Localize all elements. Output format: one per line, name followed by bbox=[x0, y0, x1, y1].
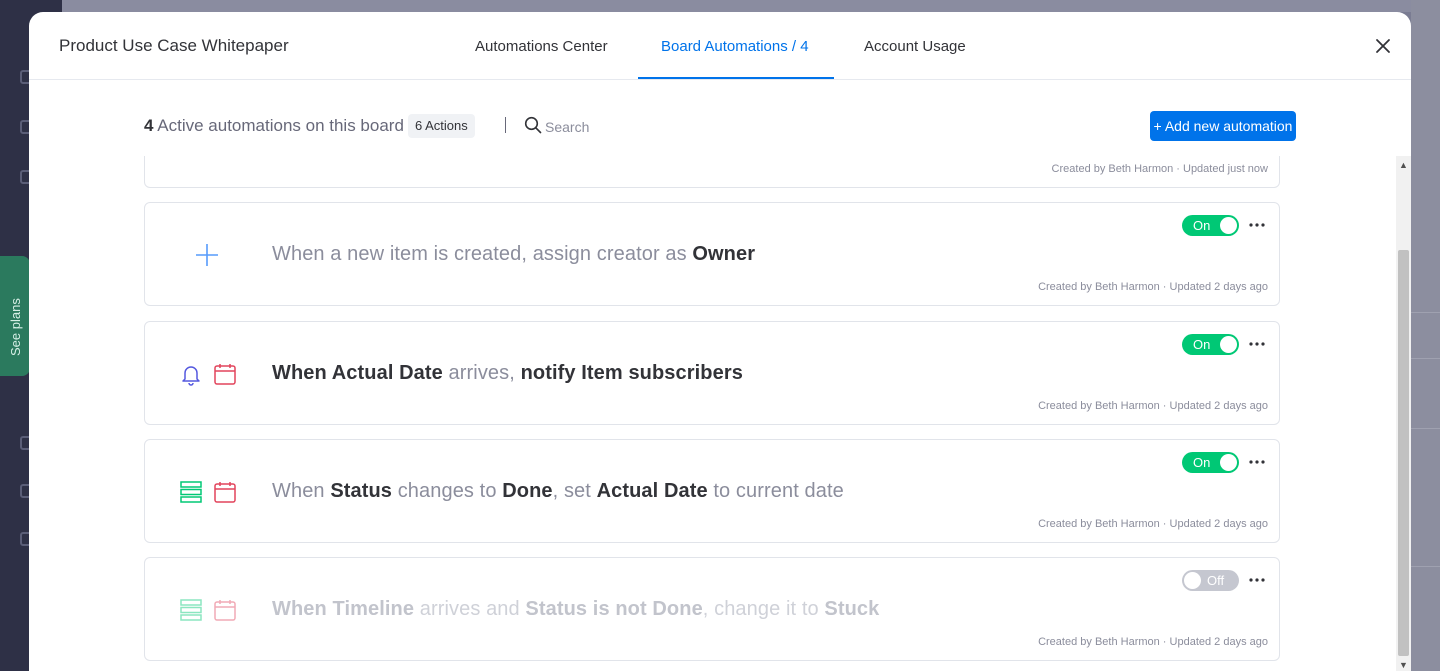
close-icon[interactable] bbox=[1373, 36, 1393, 56]
toggle-label: On bbox=[1193, 218, 1211, 233]
automation-sentence: When a new item is created, assign creat… bbox=[272, 243, 755, 266]
automation-sentence: When Timeline arrives and Status is not … bbox=[272, 598, 879, 621]
tab-board-automations[interactable]: Board Automations / 4 bbox=[661, 38, 809, 55]
sentence-text: When bbox=[272, 480, 331, 502]
sentence-keyword[interactable]: Actual Date bbox=[597, 480, 708, 502]
automation-card[interactable]: When Status changes to Done, set Actual … bbox=[144, 439, 1280, 543]
automation-toggle[interactable]: On bbox=[1182, 215, 1239, 236]
active-tab-indicator bbox=[638, 77, 834, 79]
sentence-text: changes to bbox=[392, 480, 503, 502]
sentence-keyword[interactable]: When Actual Date bbox=[272, 362, 443, 384]
toggle-knob bbox=[1220, 454, 1237, 471]
automation-sentence: When Actual Date arrives, notify Item su… bbox=[272, 362, 743, 385]
active-count: 4 bbox=[144, 116, 154, 135]
automation-meta: Created by Beth Harmon · Updated 2 days … bbox=[1038, 281, 1268, 293]
sentence-text: to current date bbox=[707, 480, 844, 502]
automation-meta: Created by Beth Harmon · Updated 2 days … bbox=[1038, 518, 1268, 530]
sentence-keyword[interactable]: Stuck bbox=[824, 598, 879, 620]
toggle-knob bbox=[1220, 217, 1237, 234]
toggle-knob bbox=[1220, 336, 1237, 353]
scroll-up-icon[interactable]: ▲ bbox=[1398, 160, 1409, 170]
calendar-icon bbox=[213, 362, 237, 391]
toggle-label: On bbox=[1193, 455, 1211, 470]
more-options-icon[interactable] bbox=[1247, 572, 1267, 588]
sentence-keyword[interactable]: Status bbox=[330, 480, 392, 502]
toggle-knob bbox=[1184, 572, 1201, 589]
sentence-keyword[interactable]: When Timeline bbox=[272, 598, 414, 620]
automation-sentence: When Status changes to Done, set Actual … bbox=[272, 480, 844, 503]
background-right-strip bbox=[1411, 0, 1440, 671]
sentence-text: When a new item is created, assign creat… bbox=[272, 243, 693, 265]
automations-modal: Product Use Case Whitepaper Automations … bbox=[29, 12, 1411, 671]
sentence-keyword[interactable]: Owner bbox=[692, 243, 755, 265]
bell-icon bbox=[179, 362, 203, 391]
automation-card[interactable]: When Timeline arrives and Status is not … bbox=[144, 557, 1280, 661]
tab-account-usage[interactable]: Account Usage bbox=[864, 38, 966, 55]
plus-icon bbox=[195, 243, 219, 272]
scrollbar-thumb[interactable] bbox=[1398, 250, 1409, 656]
modal-header: Product Use Case Whitepaper Automations … bbox=[29, 12, 1411, 80]
sentence-text: , set bbox=[552, 480, 597, 502]
automation-card[interactable]: When a new item is created, assign creat… bbox=[144, 202, 1280, 306]
automations-list: Created by Beth Harmon · Updated just no… bbox=[29, 156, 1411, 671]
sentence-text: arrives and bbox=[414, 598, 526, 620]
actions-badge: 6 Actions bbox=[408, 114, 475, 138]
automation-card: Created by Beth Harmon · Updated just no… bbox=[144, 156, 1280, 188]
more-options-icon[interactable] bbox=[1247, 454, 1267, 470]
search-input[interactable]: Search bbox=[545, 119, 589, 135]
divider bbox=[505, 117, 506, 133]
sentence-keyword[interactable]: Status is not Done bbox=[525, 598, 702, 620]
sentence-text: arrives, bbox=[442, 362, 521, 384]
tab-automations-center[interactable]: Automations Center bbox=[475, 38, 608, 55]
see-plans-label: See plans bbox=[8, 298, 23, 356]
automation-toggle[interactable]: On bbox=[1182, 452, 1239, 473]
scroll-down-icon[interactable]: ▼ bbox=[1398, 660, 1409, 670]
toggle-label: Off bbox=[1207, 573, 1225, 588]
see-plans-button[interactable]: See plans bbox=[0, 256, 30, 376]
calendar-icon bbox=[213, 598, 237, 627]
automation-meta: Created by Beth Harmon · Updated 2 days … bbox=[1038, 636, 1268, 648]
more-options-icon[interactable] bbox=[1247, 336, 1267, 352]
sentence-text: , change it to bbox=[702, 598, 825, 620]
board-title: Product Use Case Whitepaper bbox=[59, 36, 289, 55]
toggle-label: On bbox=[1193, 337, 1211, 352]
automation-meta: Created by Beth Harmon · Updated just no… bbox=[1051, 163, 1268, 175]
sentence-keyword[interactable]: Done bbox=[502, 480, 552, 502]
status-list-icon bbox=[179, 598, 203, 627]
automation-card[interactable]: When Actual Date arrives, notify Item su… bbox=[144, 321, 1280, 425]
more-options-icon[interactable] bbox=[1247, 217, 1267, 233]
automation-toggle[interactable]: Off bbox=[1182, 570, 1239, 591]
calendar-icon bbox=[213, 480, 237, 509]
automation-meta: Created by Beth Harmon · Updated 2 days … bbox=[1038, 400, 1268, 412]
automation-toggle[interactable]: On bbox=[1182, 334, 1239, 355]
status-list-icon bbox=[179, 480, 203, 509]
search-icon[interactable] bbox=[524, 116, 542, 134]
active-label: Active automations on this board bbox=[157, 116, 404, 135]
sentence-keyword[interactable]: notify Item subscribers bbox=[521, 362, 743, 384]
background-topbar bbox=[62, 0, 1440, 12]
active-automations-summary: 4 Active automations on this board bbox=[144, 116, 404, 136]
add-new-automation-button[interactable]: + Add new automation bbox=[1150, 111, 1296, 141]
